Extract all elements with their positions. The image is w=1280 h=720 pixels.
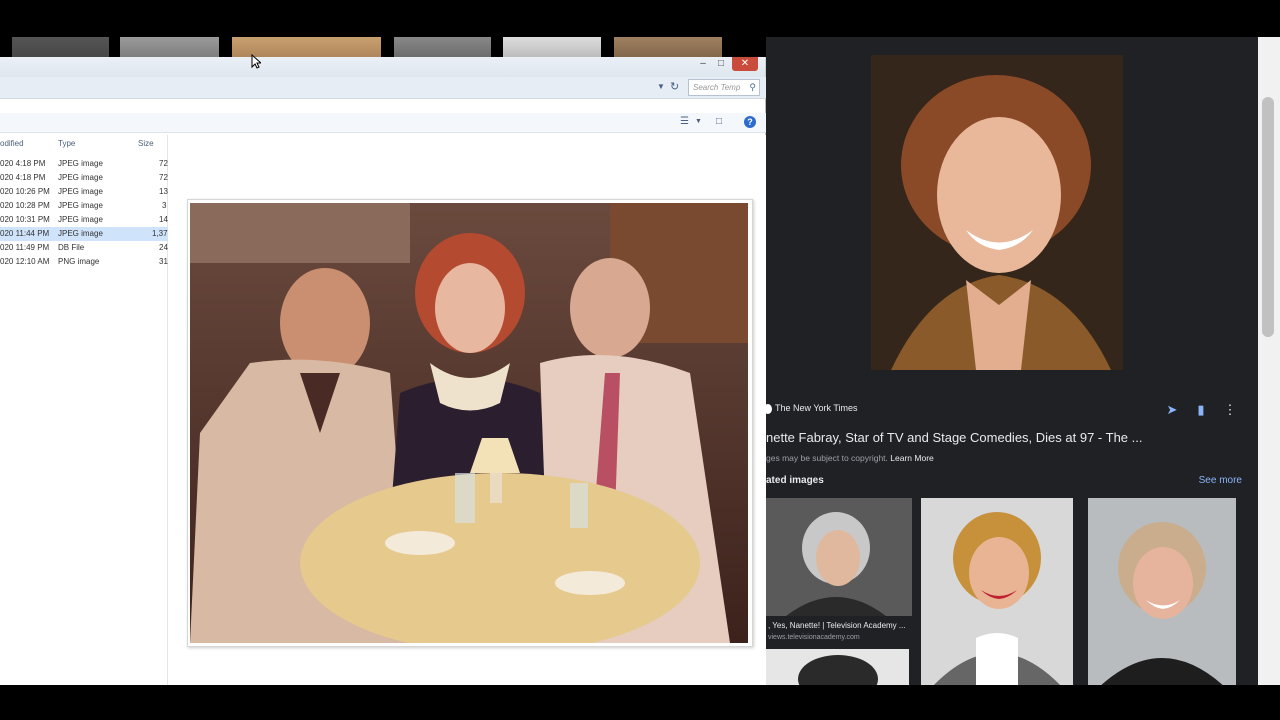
related-image[interactable] bbox=[766, 649, 909, 685]
search-placeholder: Search Temp bbox=[693, 83, 741, 92]
main-result-image[interactable] bbox=[871, 55, 1123, 370]
file-size: 72 bbox=[159, 173, 168, 182]
explorer-toolbar: ☰ ▼ □ ? bbox=[0, 113, 766, 133]
column-header-type[interactable]: Type bbox=[58, 139, 75, 148]
file-modified: 020 4:18 PM bbox=[0, 173, 46, 182]
bookmark-icon[interactable]: ▮ bbox=[1191, 400, 1211, 420]
related-image-domain: views.televisionacademy.com bbox=[768, 634, 860, 641]
minimize-icon[interactable]: – bbox=[694, 57, 712, 71]
source-row: The New York Times ➤ ▮ ⋮ bbox=[766, 399, 1258, 419]
related-image[interactable] bbox=[766, 498, 912, 616]
file-type: PNG image bbox=[58, 257, 100, 266]
see-more-link[interactable]: See more bbox=[1199, 475, 1242, 486]
file-size: 31 bbox=[159, 257, 168, 266]
file-size: 3 bbox=[162, 201, 167, 210]
page-scrollbar[interactable] bbox=[1258, 37, 1280, 685]
learn-more-link[interactable]: Learn More bbox=[890, 453, 933, 463]
explorer-window: – □ ✕ ▼ ↻ Search Temp ⚲ ☰ ▼ □ ? odified … bbox=[0, 57, 766, 685]
file-row[interactable]: 020 10:28 PM JPEG image 3 bbox=[0, 199, 168, 213]
file-modified: 020 10:28 PM bbox=[0, 201, 50, 210]
file-row[interactable]: 020 4:18 PM JPEG image 72 bbox=[0, 157, 168, 171]
file-size: 13 bbox=[159, 187, 168, 196]
file-modified: 020 11:49 PM bbox=[0, 243, 50, 252]
photo-frame bbox=[187, 199, 753, 647]
file-row-selected[interactable]: 020 11:44 PM JPEG image 1,37 bbox=[0, 227, 168, 241]
copyright-text: ges may be subject to copyright. bbox=[766, 453, 888, 463]
file-modified: 020 11:44 PM bbox=[0, 229, 50, 238]
google-image-panel: The New York Times ➤ ▮ ⋮ nette Fabray, S… bbox=[766, 37, 1258, 685]
file-type: DB File bbox=[58, 243, 85, 252]
explorer-titlebar[interactable] bbox=[0, 57, 766, 77]
copyright-note: ges may be subject to copyright. Learn M… bbox=[766, 453, 934, 463]
search-input[interactable]: Search Temp ⚲ bbox=[688, 79, 760, 96]
preview-pane-icon[interactable]: □ bbox=[716, 116, 722, 127]
column-header-modified[interactable]: odified bbox=[0, 139, 24, 148]
chevron-down-icon[interactable]: ▼ bbox=[695, 118, 702, 125]
search-icon[interactable]: ⚲ bbox=[749, 82, 756, 93]
related-images-heading: ated images bbox=[766, 475, 824, 486]
file-list: odified Type Size 020 4:18 PM JPEG image… bbox=[0, 135, 168, 685]
file-row[interactable]: 020 4:18 PM JPEG image 72 bbox=[0, 171, 168, 185]
maximize-icon[interactable]: □ bbox=[712, 57, 730, 71]
file-type: JPEG image bbox=[58, 159, 103, 168]
file-modified: 020 4:18 PM bbox=[0, 159, 46, 168]
help-icon[interactable]: ? bbox=[744, 116, 756, 128]
file-modified: 020 10:31 PM bbox=[0, 215, 50, 224]
file-type: JPEG image bbox=[58, 201, 103, 210]
mouse-cursor-icon bbox=[251, 54, 261, 69]
close-icon[interactable]: ✕ bbox=[732, 57, 758, 71]
related-image-caption[interactable]: , Yes, Nanette! | Television Academy ... bbox=[768, 621, 906, 630]
column-header-size[interactable]: Size bbox=[138, 139, 154, 148]
preview-pane bbox=[168, 135, 766, 685]
source-logo-icon bbox=[766, 404, 772, 414]
file-row[interactable]: 020 10:31 PM JPEG image 14 bbox=[0, 213, 168, 227]
preview-photo bbox=[190, 203, 748, 643]
dropdown-arrow-icon[interactable]: ▼ bbox=[657, 82, 665, 91]
scrollbar-thumb[interactable] bbox=[1262, 97, 1274, 337]
file-type: JPEG image bbox=[58, 215, 103, 224]
file-row[interactable]: 020 10:26 PM JPEG image 13 bbox=[0, 185, 168, 199]
screen: – □ ✕ ▼ ↻ Search Temp ⚲ ☰ ▼ □ ? odified … bbox=[0, 0, 1280, 720]
file-type: JPEG image bbox=[58, 187, 103, 196]
related-image[interactable] bbox=[921, 498, 1073, 685]
file-size: 14 bbox=[159, 215, 168, 224]
related-image[interactable] bbox=[1088, 498, 1236, 685]
file-modified: 020 10:26 PM bbox=[0, 187, 50, 196]
view-options-icon[interactable]: ☰ bbox=[680, 116, 689, 127]
source-name[interactable]: The New York Times bbox=[775, 403, 858, 413]
file-type: JPEG image bbox=[58, 173, 103, 182]
file-row[interactable]: 020 11:49 PM DB File 24 bbox=[0, 241, 168, 255]
more-options-icon[interactable]: ⋮ bbox=[1220, 400, 1240, 420]
address-bar[interactable]: ▼ ↻ Search Temp ⚲ bbox=[0, 77, 766, 99]
share-icon[interactable]: ➤ bbox=[1162, 400, 1182, 420]
refresh-icon[interactable]: ↻ bbox=[670, 80, 679, 93]
result-headline[interactable]: nette Fabray, Star of TV and Stage Comed… bbox=[766, 430, 1246, 445]
file-type: JPEG image bbox=[58, 229, 103, 238]
file-size: 72 bbox=[159, 159, 168, 168]
file-size: 1,37 bbox=[152, 229, 168, 238]
file-size: 24 bbox=[159, 243, 168, 252]
file-modified: 020 12:10 AM bbox=[0, 257, 50, 266]
file-row[interactable]: 020 12:10 AM PNG image 31 bbox=[0, 255, 168, 269]
